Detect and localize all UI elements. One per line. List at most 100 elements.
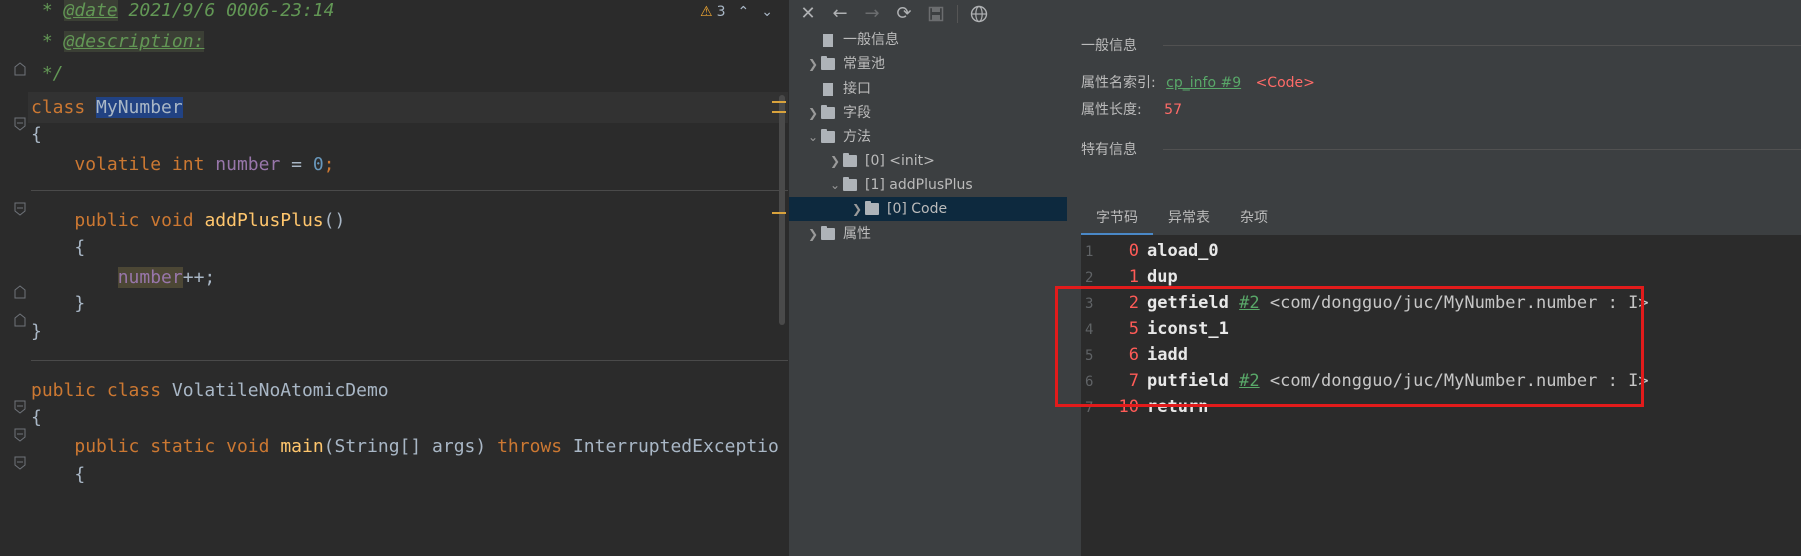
code-line: } (31, 290, 85, 318)
tree-item-addplusplus[interactable]: ⌄ [1] addPlusPlus (827, 173, 973, 197)
keyword: void (226, 436, 270, 457)
cp-info-link[interactable]: cp_info #9 (1166, 75, 1241, 91)
tree-item-label: 字段 (843, 105, 871, 121)
parens: () (323, 210, 346, 231)
brace: } (31, 321, 42, 342)
tree-item-fields[interactable]: ❯ 字段 (805, 101, 871, 125)
detail-tabs: 字节码 异常表 杂项 (1081, 203, 1283, 236)
warning-icon: ⚠ (700, 4, 713, 20)
tree-item-attributes[interactable]: ❯ 属性 (805, 222, 871, 246)
opcode: aload_0 (1147, 241, 1219, 261)
code-line: { (31, 461, 85, 489)
tree-item-interfaces[interactable]: 接口 (805, 77, 871, 101)
keyword: static (150, 436, 216, 457)
folder-icon (821, 56, 835, 70)
chevron-right-icon[interactable]: ❯ (805, 222, 821, 246)
section-title-general: 一般信息 (1081, 38, 1137, 54)
chevron-down-icon[interactable]: ⌄ (805, 125, 821, 149)
chevron-up-icon[interactable]: ⌃ (737, 4, 749, 20)
doc-end: */ (41, 63, 64, 84)
tree-item-methods[interactable]: ⌄ 方法 (805, 125, 871, 149)
field-name: number (215, 154, 281, 175)
brace: { (74, 464, 86, 485)
refresh-icon[interactable]: ⟳ (893, 3, 915, 25)
file-icon (823, 82, 833, 96)
keyword: public (74, 436, 140, 457)
fold-marker-icon[interactable] (14, 202, 26, 216)
highlight-annotation-box (1055, 286, 1644, 407)
doc-date-value: 2021/9/6 0006-23:14 (128, 0, 335, 21)
class-separator (31, 360, 788, 361)
code-line-class-demo: public class VolatileNoAtomicDemo (31, 377, 389, 405)
code-line: { (31, 121, 42, 149)
error-stripe-mark[interactable] (772, 111, 786, 113)
folder-icon (821, 105, 835, 119)
doc-description-tag: @description: (63, 31, 205, 52)
tab-misc[interactable]: 杂项 (1225, 203, 1283, 233)
property-label: 属性长度: (1081, 102, 1142, 118)
code-editor[interactable]: * @date 2021/9/6 0006-23:14 * @descripti… (0, 0, 789, 556)
tab-exception-table[interactable]: 异常表 (1153, 203, 1225, 233)
property-name-index: 属性名索引: cp_info #9 <Code> (1081, 72, 1315, 92)
keyword: void (150, 210, 194, 231)
section-divider (1163, 45, 1801, 46)
bytecode-viewer-panel: ✕ ← → ⟳ 一般信息 ❯ 常量池 接口 ❯ 字段 ⌄ 方法 ❯ [0] <i… (789, 0, 1801, 556)
chevron-right-icon[interactable]: ❯ (805, 52, 821, 76)
doc-description-line: * @description: (31, 31, 205, 52)
error-stripe-mark[interactable] (772, 212, 786, 214)
tree-item-label: 常量池 (843, 56, 885, 72)
chevron-right-icon[interactable]: ❯ (805, 101, 821, 125)
chevron-right-icon[interactable]: ❯ (827, 149, 843, 173)
method-name: addPlusPlus (204, 210, 324, 231)
fold-marker-icon[interactable] (14, 428, 26, 442)
increment-op: ++; (182, 267, 216, 288)
fold-marker-icon[interactable] (14, 117, 26, 131)
inspection-widget[interactable]: ⚠ 3 ⌃ ⌄ (700, 2, 773, 22)
fold-marker-icon[interactable] (14, 62, 26, 76)
code-line: { (31, 404, 42, 432)
folder-icon (821, 129, 835, 143)
fold-marker-icon[interactable] (14, 285, 26, 299)
close-icon[interactable]: ✕ (797, 3, 819, 25)
keyword: volatile (74, 154, 162, 175)
tree-item-label: [1] addPlusPlus (865, 177, 973, 193)
section-divider (1163, 149, 1801, 150)
folder-icon (843, 177, 857, 191)
brace: } (74, 293, 86, 314)
chevron-down-icon[interactable]: ⌄ (827, 173, 843, 197)
params: (String[] args) (323, 436, 498, 457)
property-value: 57 (1164, 102, 1182, 118)
tree-item-general[interactable]: 一般信息 (805, 28, 899, 52)
code-line-increment: number++; (31, 264, 215, 292)
save-icon[interactable] (925, 3, 947, 25)
keyword: class (31, 97, 86, 118)
fold-marker-icon[interactable] (14, 456, 26, 470)
keyword: public (74, 210, 140, 231)
tree-item-label: 方法 (843, 129, 871, 145)
error-stripe-mark[interactable] (772, 101, 786, 103)
web-icon[interactable] (968, 3, 990, 25)
editor-scrollbar[interactable] (779, 95, 785, 325)
back-icon[interactable]: ← (829, 3, 851, 25)
operator: = (280, 154, 313, 175)
class-name: VolatileNoAtomicDemo (171, 380, 389, 401)
keyword: public (31, 380, 97, 401)
chevron-down-icon[interactable]: ⌄ (761, 4, 773, 20)
brace: { (31, 407, 42, 428)
tree-item-constant-pool[interactable]: ❯ 常量池 (805, 52, 885, 76)
tree-item-label: 接口 (843, 81, 871, 97)
fold-marker-icon[interactable] (14, 400, 26, 414)
keyword: int (171, 154, 205, 175)
tree-item-label: 一般信息 (843, 32, 899, 48)
method-separator (31, 190, 788, 191)
folder-icon (865, 201, 879, 215)
exception-type: InterruptedExceptio (562, 436, 779, 457)
bytecode-row: 1 0 aload_0 (1081, 238, 1219, 264)
forward-icon[interactable]: → (861, 3, 883, 25)
chevron-right-icon[interactable]: ❯ (849, 197, 865, 221)
tree-item-init[interactable]: ❯ [0] <init> (827, 149, 935, 173)
toolbar-separator (957, 4, 958, 23)
tab-bytecode[interactable]: 字节码 (1081, 203, 1153, 236)
tree-item-code[interactable]: ❯ [0] Code (789, 197, 1067, 221)
fold-marker-icon[interactable] (14, 313, 26, 327)
